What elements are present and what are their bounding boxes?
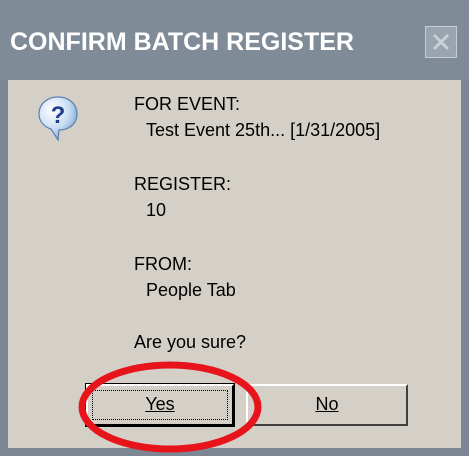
close-icon: [432, 33, 450, 51]
title-bar[interactable]: CONFIRM BATCH REGISTER: [0, 0, 469, 80]
window-title: CONFIRM BATCH REGISTER: [10, 28, 354, 56]
confirm-dialog-window: CONFIRM BATCH REGISTER ? FOR EVENT: Test…: [0, 0, 469, 456]
no-button[interactable]: No: [246, 384, 408, 426]
confirm-prompt: Are you sure?: [134, 332, 247, 352]
svg-text:?: ?: [51, 102, 66, 129]
question-icon: ?: [38, 96, 78, 142]
from-label: FROM:: [134, 254, 192, 274]
close-button[interactable]: [425, 26, 457, 58]
dialog-body: ? FOR EVENT: Test Event 25th... [1/31/20…: [8, 80, 461, 448]
register-value: 10: [146, 200, 167, 220]
event-value: Test Event 25th... [1/31/2005]: [146, 120, 381, 140]
yes-button[interactable]: Yes: [85, 383, 235, 427]
no-button-label: No: [315, 394, 339, 414]
register-label: REGISTER:: [134, 174, 232, 194]
event-label: FOR EVENT:: [134, 94, 241, 114]
from-value: People Tab: [146, 280, 236, 300]
yes-button-label: Yes: [145, 394, 175, 414]
